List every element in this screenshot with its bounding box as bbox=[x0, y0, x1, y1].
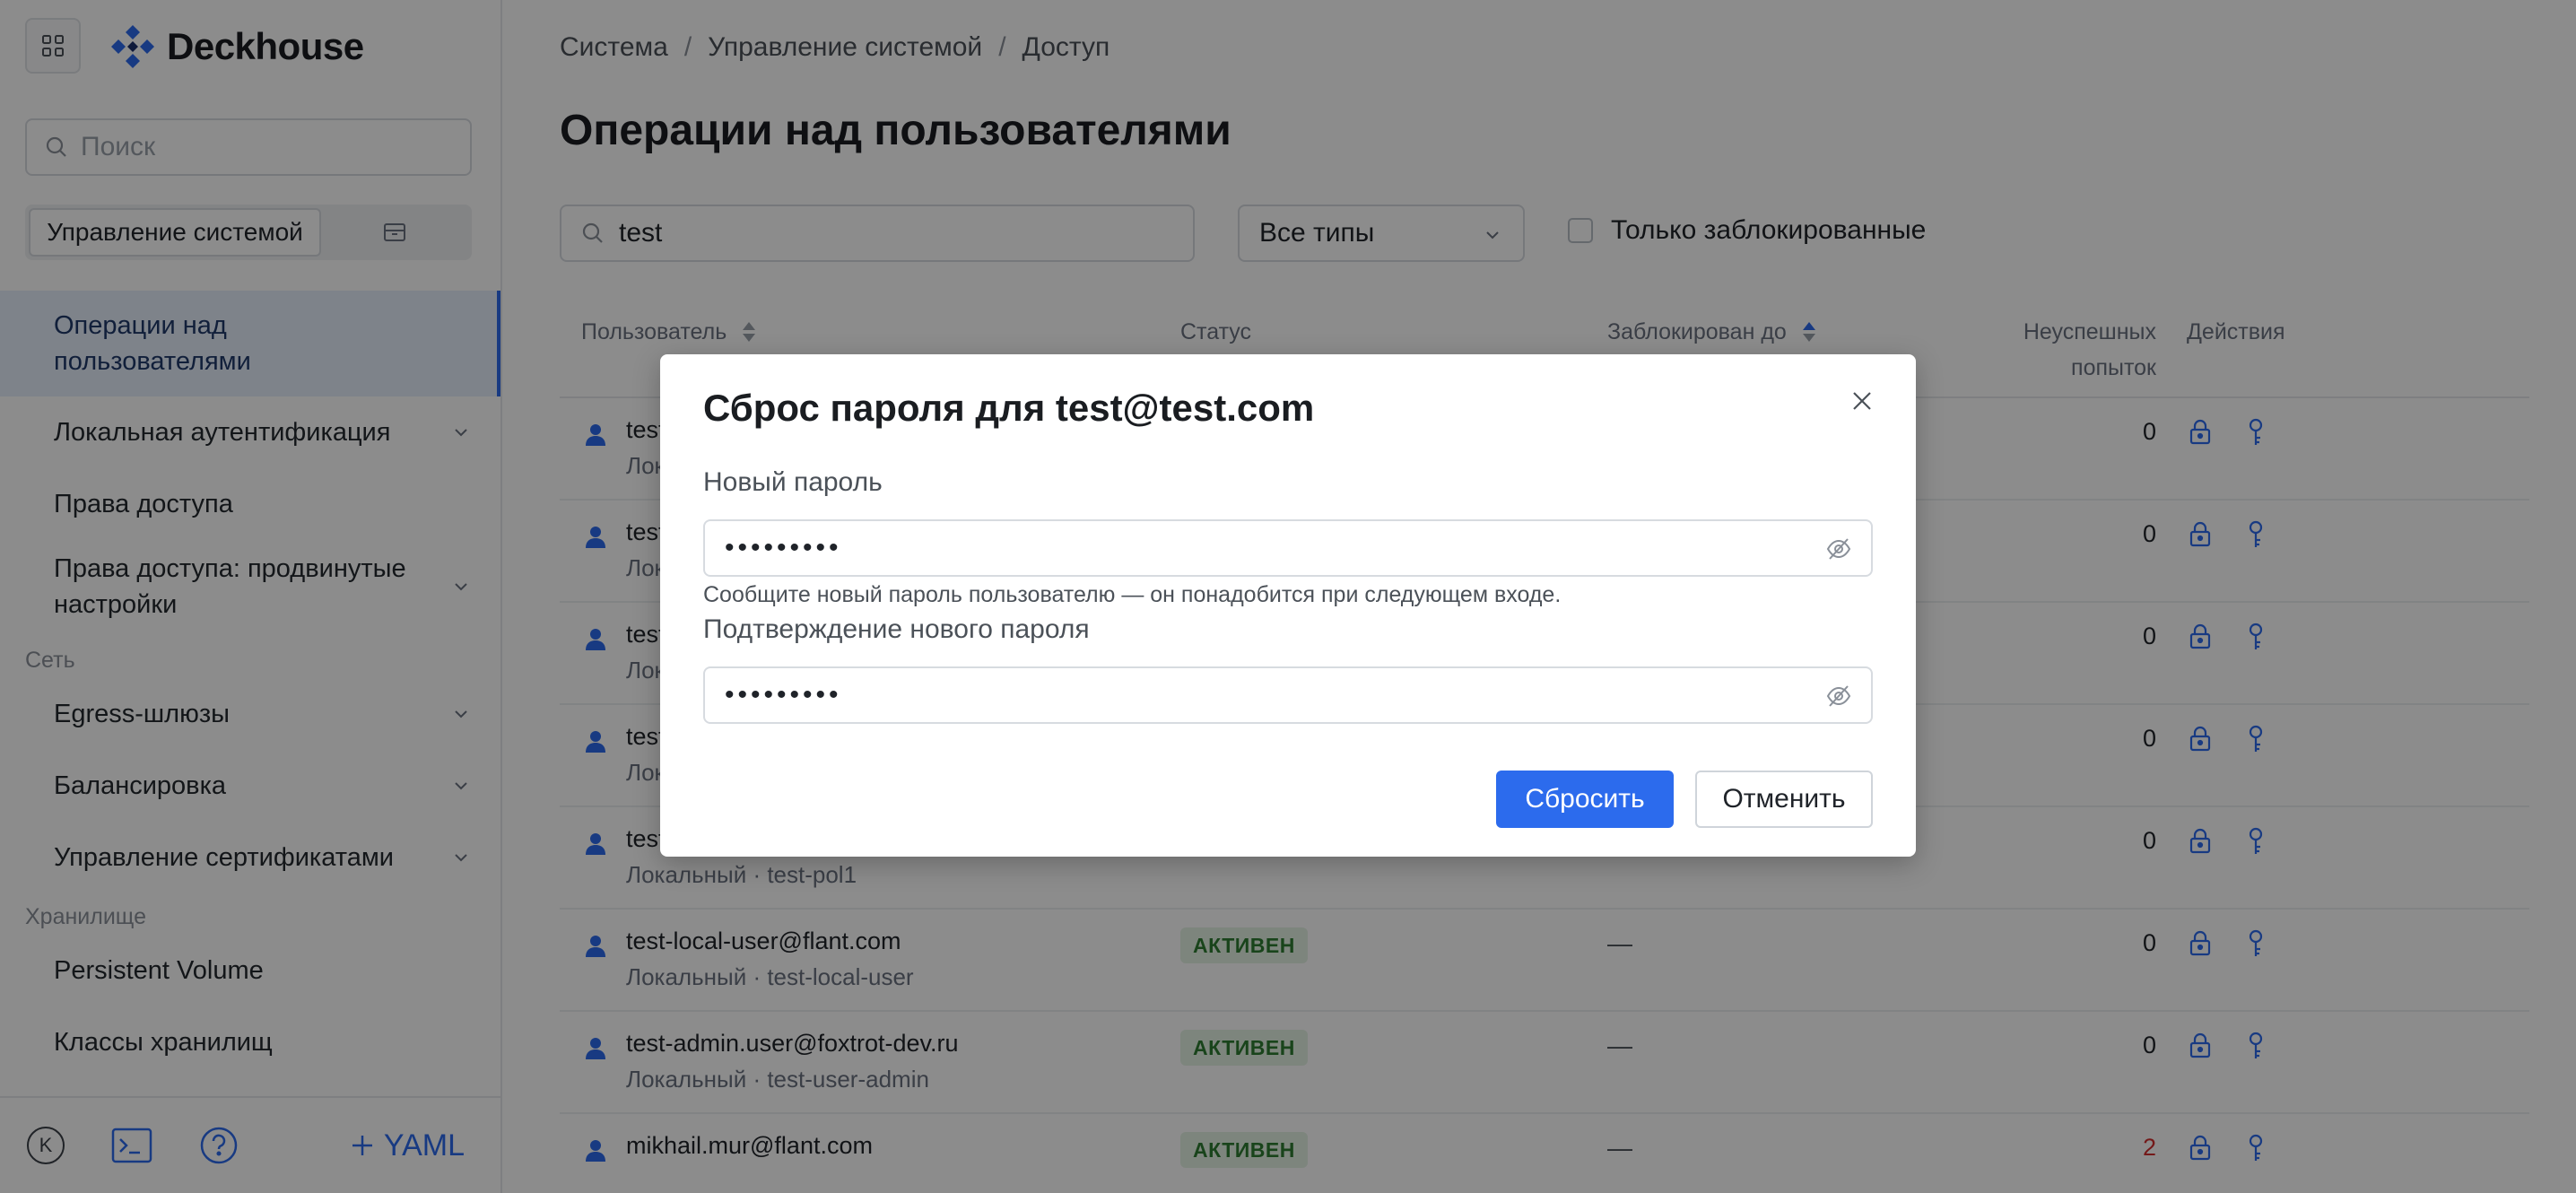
new-password-label: Новый пароль bbox=[703, 467, 883, 497]
reset-password-modal: Сброс пароля для test@test.com Новый пар… bbox=[660, 354, 1916, 857]
eye-off-icon[interactable] bbox=[1826, 537, 1851, 561]
confirm-password-label: Подтверждение нового пароля bbox=[703, 614, 1090, 644]
password-hint: Сообщите новый пароль пользователю — он … bbox=[703, 582, 1562, 607]
modal-title: Сброс пароля для test@test.com bbox=[703, 387, 1315, 429]
close-icon bbox=[1853, 392, 1871, 410]
reset-button[interactable]: Сбросить bbox=[1496, 771, 1674, 828]
new-password-value: ••••••••• bbox=[725, 533, 842, 562]
cancel-button[interactable]: Отменить bbox=[1695, 771, 1873, 828]
confirm-password-input[interactable]: ••••••••• bbox=[703, 666, 1873, 724]
new-password-input[interactable]: ••••••••• bbox=[703, 519, 1873, 577]
confirm-password-value: ••••••••• bbox=[725, 680, 842, 710]
eye-off-icon[interactable] bbox=[1826, 684, 1851, 708]
close-button[interactable] bbox=[1844, 383, 1880, 419]
